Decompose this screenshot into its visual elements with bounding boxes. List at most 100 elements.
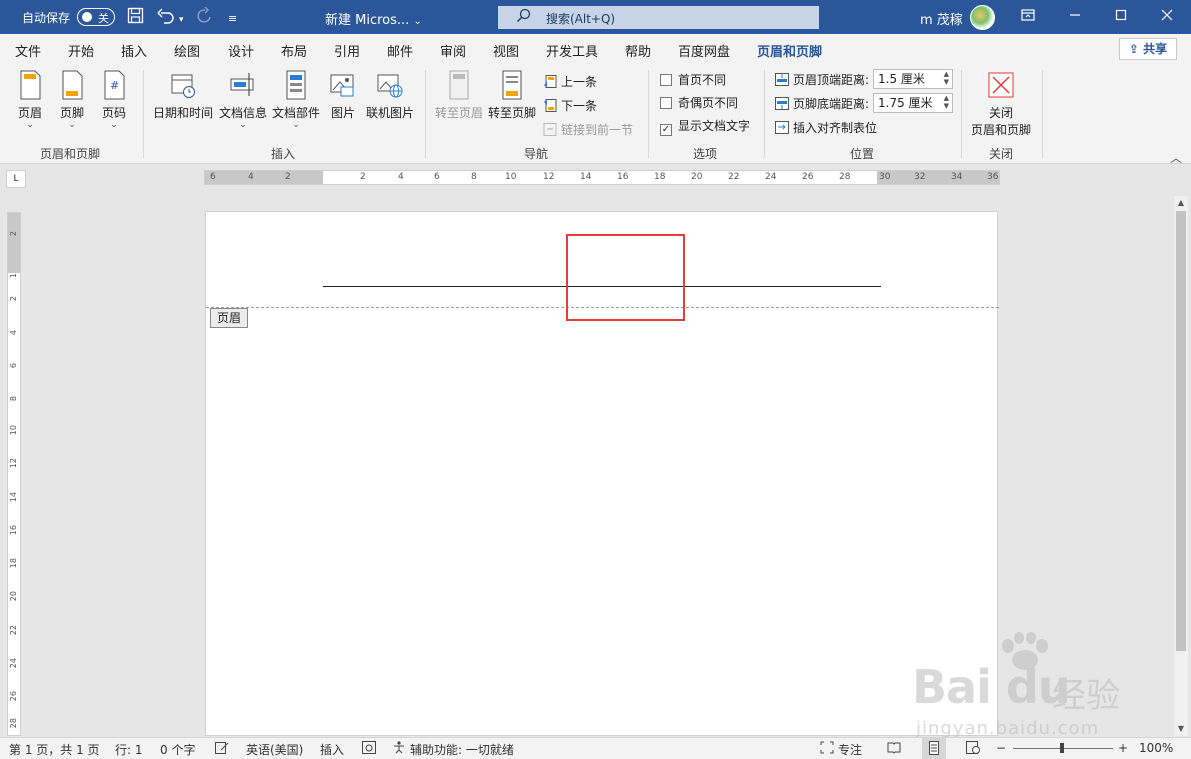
maximize-icon[interactable]	[1106, 6, 1136, 28]
tab-layout[interactable]: 布局	[281, 41, 307, 60]
zoom-out-button[interactable]: −	[996, 741, 1006, 755]
previous-icon	[544, 75, 557, 88]
proofing-icon[interactable]	[215, 741, 229, 757]
focus-label[interactable]: 专注	[838, 741, 862, 758]
ruler-number: 2	[9, 296, 18, 302]
autosave-toggle[interactable]: 关	[77, 8, 115, 26]
online-pictures-button[interactable]: 联机图片	[364, 70, 416, 121]
language[interactable]: 英语(美国)	[246, 741, 303, 758]
title-bar: 自动保存 关 ▾ ≡ 新建 Micros... ⌄ 搜索(Alt+Q) m 茂稼	[0, 0, 1191, 34]
accessibility-icon[interactable]	[392, 741, 406, 757]
footer-button[interactable]: 页脚 ⌄	[48, 70, 96, 130]
doc-title[interactable]: 新建 Micros... ⌄	[325, 9, 422, 28]
ruler-number: 2	[285, 172, 291, 182]
previous-button[interactable]: 上一条	[543, 73, 597, 90]
line-info[interactable]: 行: 1	[115, 741, 143, 758]
next-button[interactable]: 下一条	[543, 97, 597, 114]
doc-title-text: 新建 Micros...	[325, 13, 410, 28]
goto-header-label: 转至页眉	[434, 106, 483, 120]
customize-icon[interactable]: ≡	[228, 10, 237, 28]
web-layout-icon[interactable]	[966, 741, 980, 757]
ruler-number: 6	[434, 172, 440, 182]
link-to-previous-button[interactable]: 链接到前一节	[543, 121, 633, 138]
vertical-ruler[interactable]: 2 1 2 4 6 8 10 12 14 16 18 20 22 24 26 2…	[7, 212, 21, 736]
goto-footer-label: 转至页脚	[487, 106, 536, 120]
insert-mode[interactable]: 插入	[320, 741, 344, 758]
undo-dropdown-icon[interactable]: ▾	[179, 11, 184, 29]
goto-footer-icon	[502, 70, 522, 100]
tab-insert[interactable]: 插入	[121, 41, 147, 60]
horizontal-ruler[interactable]: 6 4 2 2 4 6 8 10 12 14 16 18 20 22 24 26…	[204, 170, 1000, 185]
share-label: 共享	[1143, 42, 1168, 56]
tab-selector[interactable]: L	[6, 170, 26, 188]
close-header-footer-button[interactable]: 关闭 页眉和页脚	[967, 70, 1035, 138]
avatar[interactable]	[970, 5, 995, 30]
header-button-label: 页眉	[17, 106, 42, 120]
spinner-arrows-icon[interactable]: ▲ ▼	[944, 70, 949, 86]
tab-header-footer[interactable]: 页眉和页脚	[757, 41, 823, 67]
different-first-page-label: 首页不同	[678, 73, 727, 87]
read-mode-icon[interactable]	[887, 741, 901, 757]
tab-file[interactable]: 文件	[15, 41, 41, 60]
picture-button[interactable]: 图片	[322, 70, 364, 121]
goto-footer-button[interactable]: 转至页脚	[486, 70, 538, 121]
tab-help[interactable]: 帮助	[625, 41, 651, 60]
user-name[interactable]: m 茂稼	[920, 9, 963, 28]
doc-info-button[interactable]: 文档信息 ⌄	[217, 70, 269, 130]
picture-label: 图片	[330, 106, 355, 120]
ruler-number: 36	[987, 172, 999, 182]
ribbon-display-icon[interactable]	[1013, 6, 1043, 28]
header-button[interactable]: 页眉 ⌄	[6, 70, 54, 130]
different-first-page-checkbox[interactable]: 首页不同	[660, 71, 726, 88]
date-time-button[interactable]: 日期和时间	[150, 70, 216, 121]
tab-developer[interactable]: 开发工具	[546, 41, 598, 60]
zoom-in-button[interactable]: +	[1118, 741, 1128, 755]
collapse-ribbon-icon[interactable]: ︿	[1170, 149, 1182, 166]
chevron-down-icon: ⌄	[68, 120, 76, 130]
redo-icon[interactable]	[195, 6, 213, 28]
page-info[interactable]: 第 1 页，共 1 页	[9, 741, 100, 758]
ruler-number: 4	[9, 330, 18, 336]
zoom-level[interactable]: 100%	[1139, 741, 1173, 755]
chevron-down-icon: ⌄	[110, 120, 118, 130]
tab-references[interactable]: 引用	[334, 41, 360, 60]
macro-icon[interactable]	[362, 741, 376, 757]
link-to-previous-label: 链接到前一节	[561, 123, 634, 137]
different-odd-even-checkbox[interactable]: 奇偶页不同	[660, 94, 738, 111]
focus-icon[interactable]	[820, 741, 834, 757]
spinner-arrows-icon[interactable]: ▲ ▼	[944, 94, 949, 110]
quick-parts-button[interactable]: 文档部件 ⌄	[270, 70, 322, 130]
tab-baidu-netdisk[interactable]: 百度网盘	[678, 41, 730, 60]
scroll-down-icon[interactable]: ▼	[1174, 722, 1188, 736]
status-bar: 第 1 页，共 1 页 行: 1 0 个字 英语(美国) 插入 辅助功能: 一切…	[0, 737, 1191, 759]
print-layout-icon[interactable]	[922, 738, 946, 759]
goto-header-button[interactable]: 转至页眉	[433, 70, 485, 121]
undo-icon[interactable]	[157, 7, 175, 28]
group-separator	[1042, 70, 1043, 158]
different-odd-even-label: 奇偶页不同	[678, 96, 739, 110]
tab-review[interactable]: 审阅	[440, 41, 466, 60]
share-button[interactable]: ⇪ 共享	[1119, 38, 1177, 60]
header-distance-input[interactable]: 1.5 厘米 ▲ ▼	[873, 69, 953, 89]
zoom-slider-thumb[interactable]	[1060, 743, 1064, 753]
minimize-icon[interactable]	[1060, 6, 1090, 28]
footer-distance-input[interactable]: 1.75 厘米 ▲ ▼	[873, 93, 953, 113]
tab-draw[interactable]: 绘图	[174, 41, 200, 60]
close-icon[interactable]	[1152, 6, 1182, 28]
accessibility-status[interactable]: 辅助功能: 一切就绪	[410, 741, 514, 758]
save-icon[interactable]	[127, 7, 144, 28]
tab-view[interactable]: 视图	[493, 41, 519, 60]
tab-design[interactable]: 设计	[228, 41, 254, 60]
page-number-button[interactable]: # 页码 ⌄	[90, 70, 138, 130]
search-box[interactable]: 搜索(Alt+Q)	[498, 6, 819, 29]
scroll-thumb[interactable]	[1176, 211, 1186, 651]
insert-alignment-tab-button[interactable]: 插入对齐制表位	[775, 119, 877, 136]
annotation-highlight-box	[566, 234, 685, 321]
word-count[interactable]: 0 个字	[160, 741, 195, 758]
show-document-text-checkbox[interactable]: ✓ 显示文档文字	[660, 117, 750, 136]
tab-mailings[interactable]: 邮件	[387, 41, 413, 60]
scroll-up-icon[interactable]: ▲	[1174, 196, 1188, 210]
ruler-number: 10	[9, 425, 18, 436]
tab-home[interactable]: 开始	[68, 41, 94, 60]
vertical-scrollbar[interactable]: ▲ ▼	[1174, 196, 1188, 736]
